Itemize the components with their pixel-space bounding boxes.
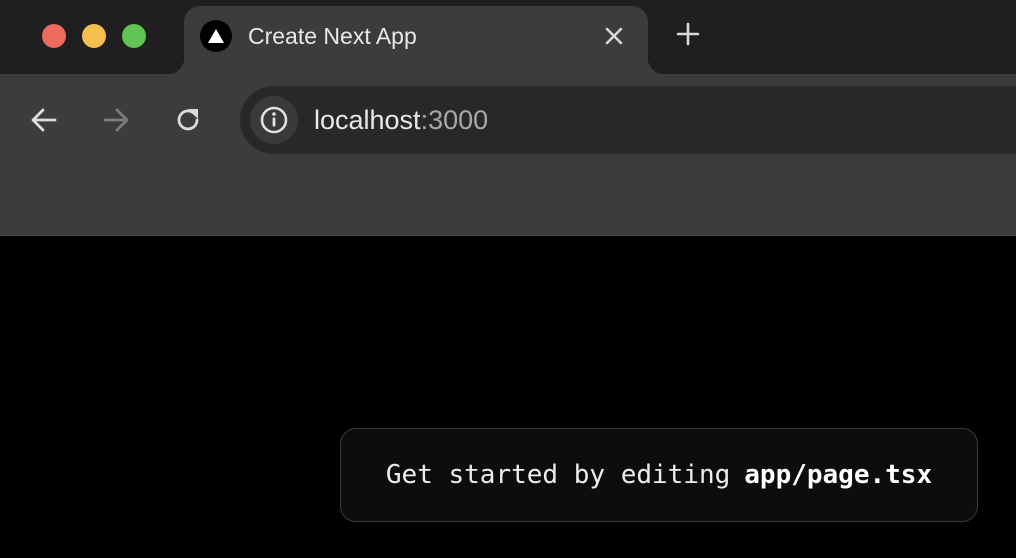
url-host: localhost [314,105,421,135]
triangle-icon [200,20,232,52]
tab-title: Create Next App [248,23,417,49]
reload-icon[interactable] [170,102,206,138]
window-maximize-button[interactable] [122,24,146,48]
browser-window: Create Next App localhost:3000 Get start… [0,0,1016,558]
close-icon[interactable] [600,22,628,50]
arrow-left-icon[interactable] [26,102,62,138]
tab-strip: Create Next App [0,0,1016,74]
browser-toolbar: localhost:3000 [0,74,1016,236]
arrow-right-icon[interactable] [98,102,134,138]
address-bar[interactable]: localhost:3000 [240,86,1016,154]
url-text[interactable]: localhost:3000 [314,102,488,138]
window-close-button[interactable] [42,24,66,48]
tab-create-next-app[interactable]: Create Next App [168,6,664,74]
window-minimize-button[interactable] [82,24,106,48]
plus-icon[interactable] [672,18,704,50]
get-started-hint: Get started by editing app/page.tsx [340,428,978,522]
url-port: :3000 [420,105,489,135]
hint-code-path: app/page.tsx [744,460,933,490]
info-icon[interactable] [250,96,298,144]
page-content: Get started by editing app/page.tsx [0,236,1016,558]
hint-text: Get started by editing [385,460,731,490]
